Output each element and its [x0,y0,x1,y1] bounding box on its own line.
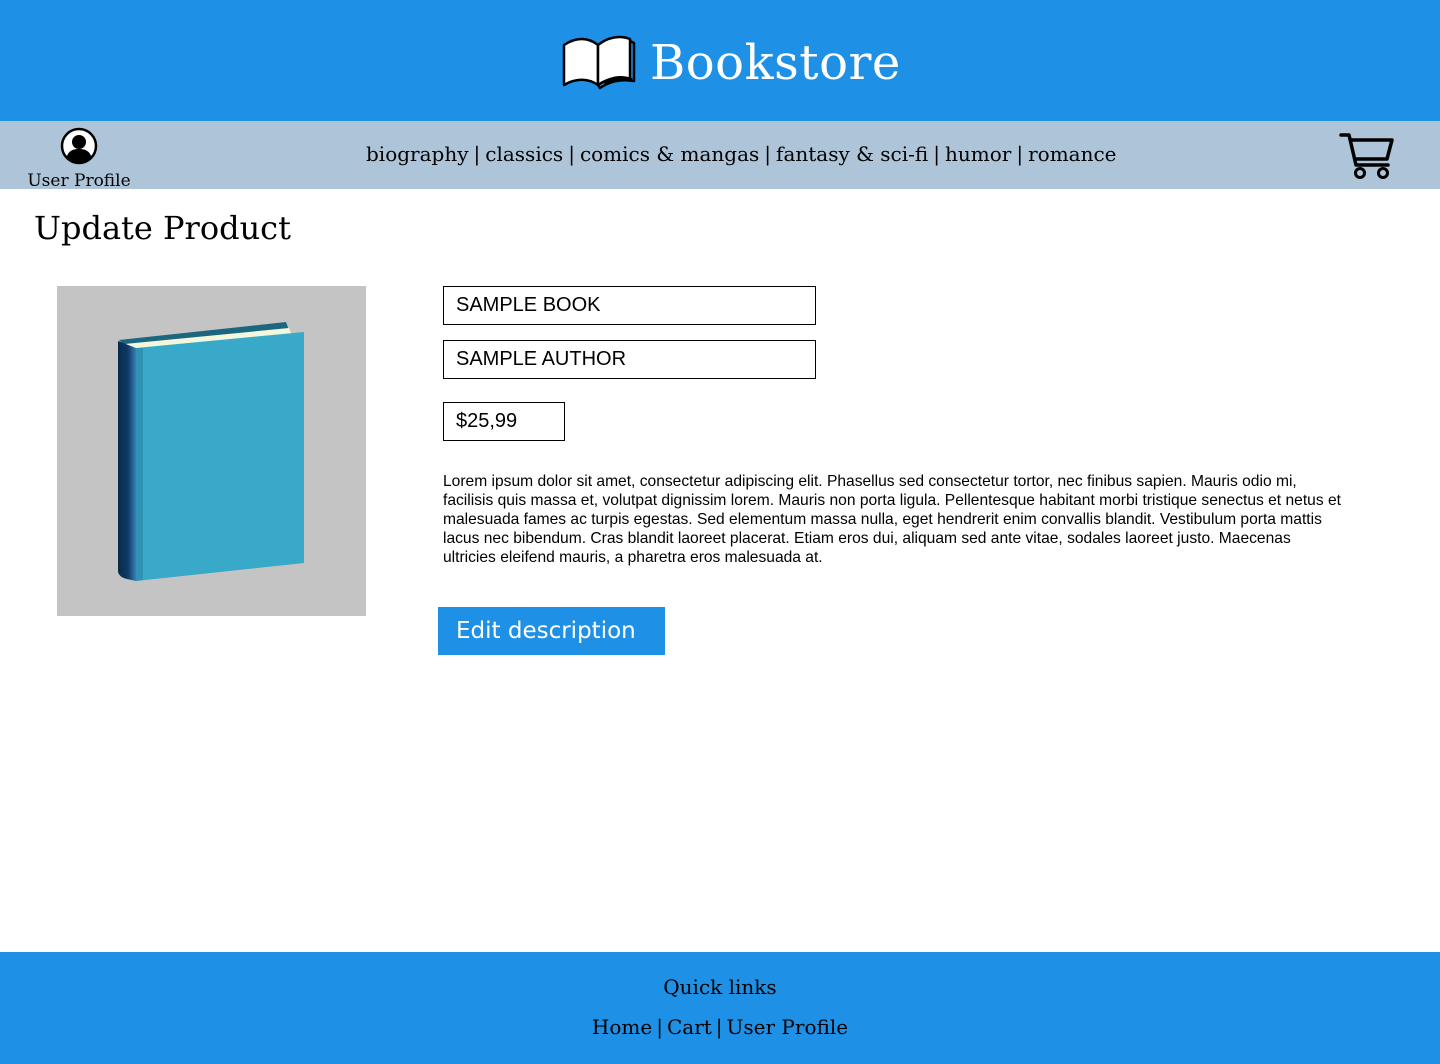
category-links: biography | classics | comics & mangas | fanta… [366,140,1117,170]
category-biography[interactable]: biography [366,142,469,166]
category-romance[interactable]: romance [1028,142,1116,166]
page: Bookstore User Profile biography | classic… [0,0,1440,1064]
shopping-cart-icon [1338,133,1396,185]
footer-link-cart[interactable]: Cart [667,1015,712,1039]
separator: | [568,142,575,166]
edit-description-button[interactable]: Edit description [438,607,665,655]
author-field[interactable] [443,340,816,379]
user-profile-link[interactable]: User Profile [27,127,131,191]
separator: | [656,1015,663,1039]
category-classics[interactable]: classics [485,142,563,166]
brand[interactable]: Bookstore [560,28,901,98]
footer-link-user-profile[interactable]: User Profile [727,1015,849,1039]
quick-links: Home | Cart | User Profile [0,1014,1440,1040]
separator: | [1016,142,1024,166]
site-footer: Quick links Home | Cart | User Profile [0,952,1440,1064]
category-humor[interactable]: humor [945,142,1011,166]
separator: | [473,142,481,166]
open-book-icon [560,31,636,96]
separator: | [933,142,941,166]
product-description: Lorem ipsum dolor sit amet, consectetur … [443,473,1341,566]
separator: | [715,1015,723,1039]
user-profile-label: User Profile [27,171,131,191]
category-nav: User Profile biography | classics | comics &… [0,121,1440,191]
page-title: Update Product [34,209,291,247]
price-field[interactable] [443,402,565,441]
cart-button[interactable] [1338,131,1396,181]
quick-links-title: Quick links [663,975,777,999]
footer-link-home[interactable]: Home [592,1015,652,1039]
separator: | [764,142,772,166]
brand-title: Bookstore [650,35,901,91]
site-header: Bookstore [0,0,1440,121]
category-fantasy-scifi[interactable]: fantasy & sci-fi [776,142,928,166]
book-cover-image [57,286,366,616]
category-comics-mangas[interactable]: comics & mangas [580,142,759,166]
user-avatar-icon [27,127,131,170]
title-field[interactable] [443,286,816,325]
